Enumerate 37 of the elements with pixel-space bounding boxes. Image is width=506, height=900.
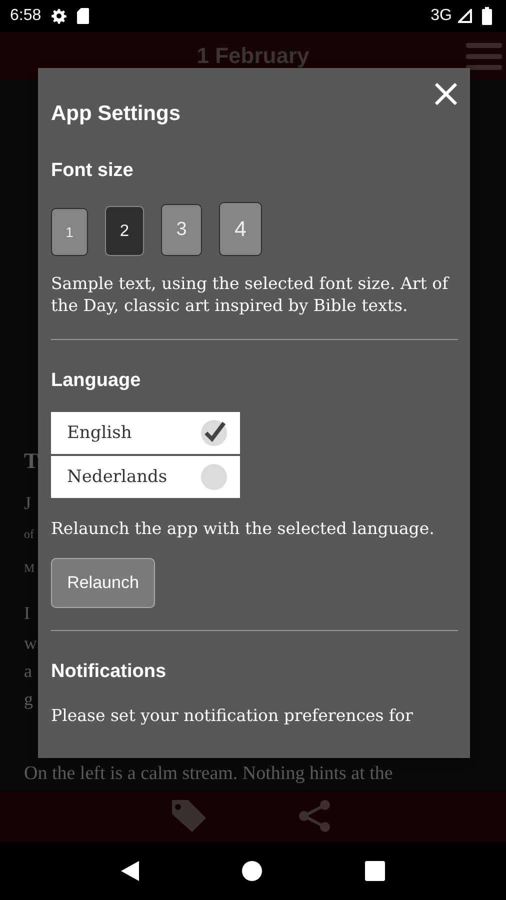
radio-icon[interactable]	[200, 463, 228, 491]
close-icon[interactable]	[434, 82, 458, 106]
language-option[interactable]: English	[51, 412, 240, 454]
section-heading: Font size	[51, 160, 134, 182]
clock: 6:58	[10, 7, 42, 25]
article-text: a	[24, 662, 33, 683]
note-text: Relaunch the app with the selected language.	[51, 518, 436, 540]
article-text: of	[24, 526, 35, 543]
font-size-button[interactable]: 3	[161, 204, 202, 256]
recents-icon[interactable]	[364, 861, 385, 881]
home-icon[interactable]	[242, 861, 262, 881]
article-text: On the left is a calm stream. Nothing hints at the	[24, 764, 394, 785]
article-text: g	[24, 690, 34, 711]
option-label: English	[67, 423, 132, 443]
network-type: 3G	[430, 7, 452, 25]
font-size-button[interactable]: 4	[219, 202, 262, 256]
notification-text: Please set your notification preferences for	[51, 705, 414, 727]
signal-icon	[458, 9, 472, 23]
article-text: J	[24, 494, 32, 515]
article-text: w	[24, 634, 37, 655]
font-size-button[interactable]: 1	[51, 208, 88, 256]
sample-text: Sample text, using the selected font size. Art of the Day, classic art inspired by Bible texts.	[51, 273, 450, 317]
dialog-title: App Settings	[51, 102, 180, 126]
gear-icon	[51, 8, 68, 24]
article-text: M	[24, 560, 36, 577]
back-icon[interactable]	[121, 861, 140, 881]
sd-card-icon	[77, 8, 90, 24]
relaunch-button[interactable]: Relaunch	[51, 558, 155, 608]
article-text: T	[24, 450, 37, 475]
article-text: I	[24, 604, 31, 625]
section-heading: Notifications	[51, 661, 168, 683]
option-label: Nederlands	[67, 467, 168, 487]
language-option[interactable]: Nederlands	[51, 456, 240, 498]
section-heading: Language	[51, 370, 142, 392]
font-size-button[interactable]: 2	[105, 206, 144, 256]
battery-icon	[482, 7, 492, 25]
check-icon[interactable]	[200, 419, 228, 447]
